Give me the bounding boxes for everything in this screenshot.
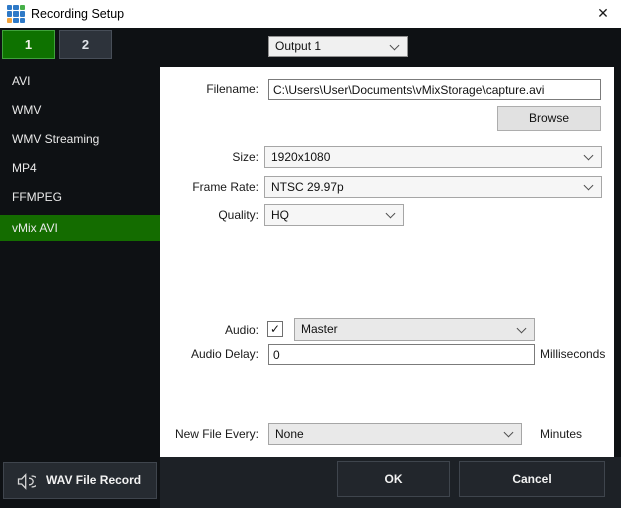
output-select-value: Output 1 bbox=[275, 39, 322, 53]
milliseconds-label: Milliseconds bbox=[540, 347, 606, 361]
audio-source-select[interactable]: Master bbox=[294, 318, 535, 341]
quality-select[interactable]: HQ bbox=[264, 204, 404, 226]
minutes-label: Minutes bbox=[540, 427, 583, 441]
size-select[interactable]: 1920x1080 bbox=[264, 146, 602, 168]
cancel-button[interactable]: Cancel bbox=[459, 461, 605, 497]
wav-file-record-label: WAV File Record bbox=[46, 473, 142, 487]
size-select-value: 1920x1080 bbox=[271, 150, 331, 164]
filename-input[interactable] bbox=[268, 79, 601, 100]
sidebar-item-wmv-streaming[interactable]: WMV Streaming bbox=[0, 125, 160, 154]
audio-source-value: Master bbox=[301, 322, 338, 336]
frame-rate-label: Frame Rate: bbox=[192, 180, 259, 194]
new-file-every-label: New File Every: bbox=[174, 427, 259, 441]
window-title: Recording Setup bbox=[31, 7, 125, 21]
title-bar: Recording Setup ✕ bbox=[0, 0, 621, 28]
new-file-every-value: None bbox=[275, 427, 304, 441]
speaker-icon bbox=[17, 473, 36, 490]
chevron-down-icon bbox=[583, 150, 594, 161]
audio-label: Audio: bbox=[224, 323, 259, 337]
size-label: Size: bbox=[232, 150, 259, 164]
chevron-down-icon bbox=[385, 208, 396, 219]
chevron-down-icon bbox=[583, 180, 594, 191]
sidebar-item-ffmpeg[interactable]: FFMPEG bbox=[0, 183, 160, 212]
close-icon[interactable]: ✕ bbox=[591, 0, 615, 28]
browse-button[interactable]: Browse bbox=[497, 106, 601, 131]
frame-rate-select-value: NTSC 29.97p bbox=[271, 180, 344, 194]
sidebar-item-mp4[interactable]: MP4 bbox=[0, 154, 160, 183]
ok-button[interactable]: OK bbox=[337, 461, 450, 497]
sidebar-item-vmix-avi[interactable]: vMix AVI bbox=[0, 215, 160, 241]
quality-label: Quality: bbox=[218, 208, 259, 222]
new-file-every-select[interactable]: None bbox=[268, 423, 522, 445]
sidebar-item-wmv[interactable]: WMV bbox=[0, 96, 160, 125]
chevron-down-icon bbox=[516, 323, 527, 333]
wav-file-record-button[interactable]: WAV File Record bbox=[3, 462, 157, 499]
sidebar-item-avi[interactable]: AVI bbox=[0, 67, 160, 96]
audio-delay-label: Audio Delay: bbox=[190, 347, 259, 361]
format-sidebar: AVI WMV WMV Streaming MP4 FFMPEG vMix AV… bbox=[0, 67, 160, 241]
audio-checkbox[interactable]: ✓ bbox=[267, 321, 283, 337]
filename-label: Filename: bbox=[206, 82, 259, 96]
settings-panel: Filename: Browse Size: 1920x1080 Frame R… bbox=[160, 67, 614, 457]
chevron-down-icon bbox=[389, 40, 400, 50]
frame-rate-select[interactable]: NTSC 29.97p bbox=[264, 176, 602, 198]
audio-delay-input[interactable] bbox=[268, 344, 535, 365]
quality-select-value: HQ bbox=[271, 208, 289, 222]
vmix-logo-icon bbox=[7, 5, 25, 23]
output-select[interactable]: Output 1 bbox=[268, 36, 408, 57]
recording-setup-dialog: Recording Setup ✕ 1 2 Output 1 AVI WMV W… bbox=[0, 0, 621, 508]
chevron-down-icon bbox=[503, 427, 514, 438]
tab-output-1[interactable]: 1 bbox=[2, 30, 55, 59]
tab-output-2[interactable]: 2 bbox=[59, 30, 112, 59]
